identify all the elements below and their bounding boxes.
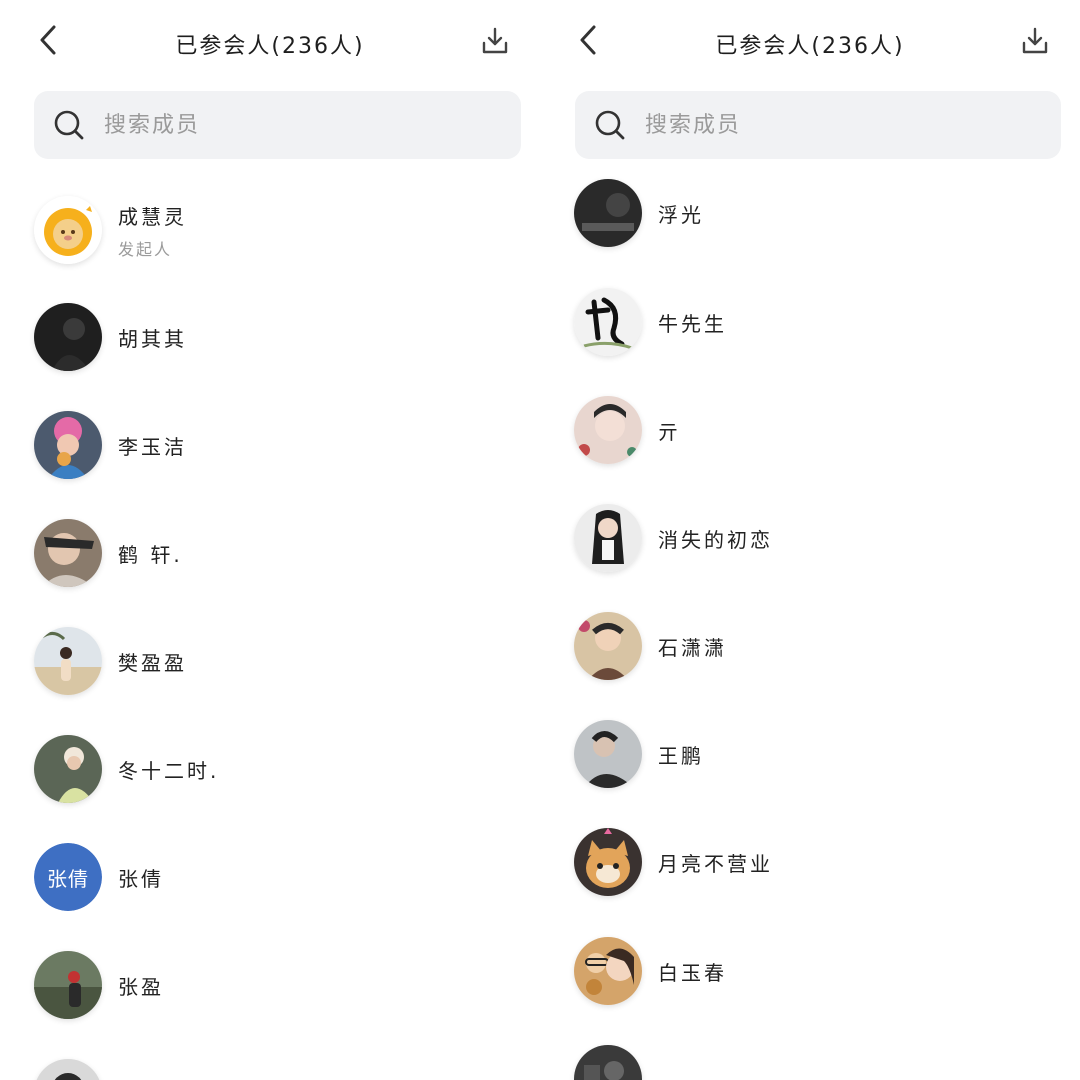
member-name: 白玉春 [658, 960, 727, 985]
member-name: 亓 [658, 419, 681, 444]
member-info: 樊盈盈 [118, 647, 187, 676]
list-item[interactable]: 张倩 张倩 [34, 842, 514, 912]
avatar [34, 951, 102, 1019]
member-info: 牛先生 [658, 308, 727, 337]
avatar [34, 411, 102, 479]
member-info: 胡其其 [118, 323, 187, 352]
list-item[interactable]: 张盈 [34, 950, 514, 1020]
avatar [574, 720, 642, 788]
member-name: 消失的初恋 [658, 527, 773, 552]
member-info: 消失的初恋 [658, 524, 773, 553]
member-name: 鹤 轩. [118, 542, 183, 567]
member-name: 冬十二时. [118, 758, 220, 783]
avatar [34, 303, 102, 371]
avatar [574, 179, 642, 247]
list-item[interactable]: 牛先生 [574, 287, 1054, 357]
member-role: 发起人 [118, 239, 173, 259]
list-item[interactable]: 冬十二时. [34, 734, 514, 804]
list-item[interactable]: 胡其其 [34, 302, 514, 372]
avatar [574, 612, 642, 680]
list-item[interactable]: 李玉洁 [34, 410, 514, 480]
member-name: 张倩 [118, 866, 164, 891]
member-name: 月亮不营业 [658, 851, 773, 876]
avatar [34, 1059, 102, 1080]
avatar [574, 828, 642, 896]
member-name: 王鹏 [658, 743, 704, 768]
list-item[interactable] [574, 1044, 1054, 1080]
member-info: 王鹏 [658, 740, 704, 769]
avatar [34, 196, 102, 264]
avatar [34, 519, 102, 587]
list-item[interactable]: 消失的初恋 [574, 503, 1054, 573]
member-name: 成慧灵 [118, 204, 187, 229]
member-info: 月亮不营业 [658, 848, 773, 877]
member-name: 张盈 [118, 974, 164, 999]
list-item[interactable]: 鹤 轩. [34, 518, 514, 588]
member-info: 石潇潇 [658, 632, 727, 661]
member-info: 白玉春 [658, 957, 727, 986]
list-item[interactable] [34, 1058, 514, 1080]
avatar [574, 937, 642, 1005]
member-list: 浮光 牛先生 亓 消失的初恋 石潇潇 王鹏 月亮不营业 白玉春 [540, 0, 1080, 1080]
member-info: 冬十二时. [118, 755, 219, 784]
avatar: 张倩 [34, 843, 102, 911]
member-name: 樊盈盈 [118, 650, 187, 675]
list-item[interactable]: 王鹏 [574, 719, 1054, 789]
list-item[interactable]: 白玉春 [574, 936, 1054, 1006]
member-name: 李玉洁 [118, 434, 187, 459]
member-name: 浮光 [658, 202, 704, 227]
screens: 已参会人(236人) 搜索成员 成慧灵 发起人 胡其其 李玉洁 鹤 轩. 樊盈盈… [0, 0, 1080, 1080]
left-screen: 已参会人(236人) 搜索成员 成慧灵 发起人 胡其其 李玉洁 鹤 轩. 樊盈盈… [0, 0, 540, 1080]
member-name: 石潇潇 [658, 635, 727, 660]
member-info: 李玉洁 [118, 431, 187, 460]
avatar [34, 735, 102, 803]
member-info: 张盈 [118, 971, 164, 1000]
avatar [34, 627, 102, 695]
list-item[interactable]: 浮光 [574, 178, 1054, 248]
member-info: 张倩 [118, 863, 164, 892]
avatar-text: 张倩 [34, 843, 102, 911]
member-name: 牛先生 [658, 311, 727, 336]
member-info: 浮光 [658, 199, 704, 228]
member-name: 胡其其 [118, 326, 187, 351]
right-screen: 已参会人(236人) 搜索成员 浮光 牛先生 亓 消失的初恋 石潇潇 王鹏 月亮… [540, 0, 1080, 1080]
list-item[interactable]: 成慧灵 发起人 [34, 195, 514, 265]
avatar [574, 288, 642, 356]
list-item[interactable]: 亓 [574, 395, 1054, 465]
avatar [574, 1045, 642, 1080]
avatar [574, 504, 642, 572]
avatar [574, 396, 642, 464]
member-info: 成慧灵 发起人 [118, 201, 187, 260]
list-item[interactable]: 樊盈盈 [34, 626, 514, 696]
list-item[interactable]: 月亮不营业 [574, 827, 1054, 897]
list-item[interactable]: 石潇潇 [574, 611, 1054, 681]
member-list: 成慧灵 发起人 胡其其 李玉洁 鹤 轩. 樊盈盈 冬十二时. 张倩 张倩 张盈 [0, 0, 540, 1080]
member-info: 亓 [658, 416, 681, 445]
member-info: 鹤 轩. [118, 539, 183, 568]
